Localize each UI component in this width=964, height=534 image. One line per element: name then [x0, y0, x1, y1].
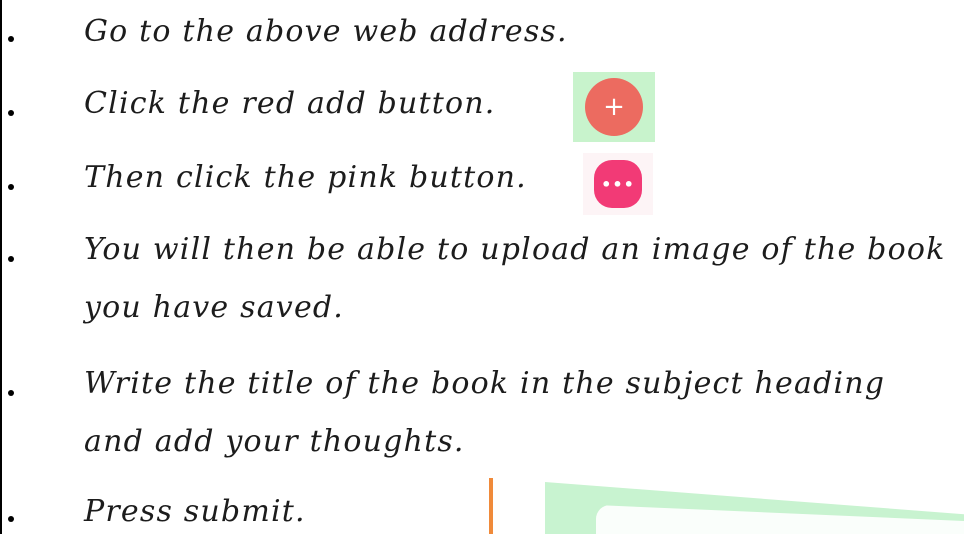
left-border-line [0, 0, 2, 534]
instruction-write-title-line2: and add your thoughts. [84, 424, 465, 459]
instruction-click-red-add: Click the red add button. [84, 86, 496, 121]
instruction-press-submit: Press submit. [84, 494, 306, 529]
bullet-icon [8, 256, 14, 262]
bullet-icon [8, 184, 14, 190]
instruction-write-title-line1: Write the title of the book in the subje… [84, 366, 886, 401]
add-button-screenshot: + [573, 72, 655, 142]
plus-circle-icon: + [585, 78, 643, 136]
bullet-icon [8, 516, 14, 522]
instruction-click-pink: Then click the pink button. [84, 160, 527, 195]
instruction-upload-image-line2: you have saved. [84, 290, 345, 325]
more-dots-icon: ••• [594, 160, 642, 208]
bullet-icon [8, 36, 14, 42]
bullet-icon [8, 390, 14, 396]
bullet-icon [8, 110, 14, 116]
instruction-go-to-address: Go to the above web address. [84, 14, 568, 49]
instruction-upload-image-line1: You will then be able to upload an image… [84, 232, 946, 267]
more-button-screenshot: ••• [583, 153, 653, 215]
orange-accent-bar [489, 478, 493, 534]
